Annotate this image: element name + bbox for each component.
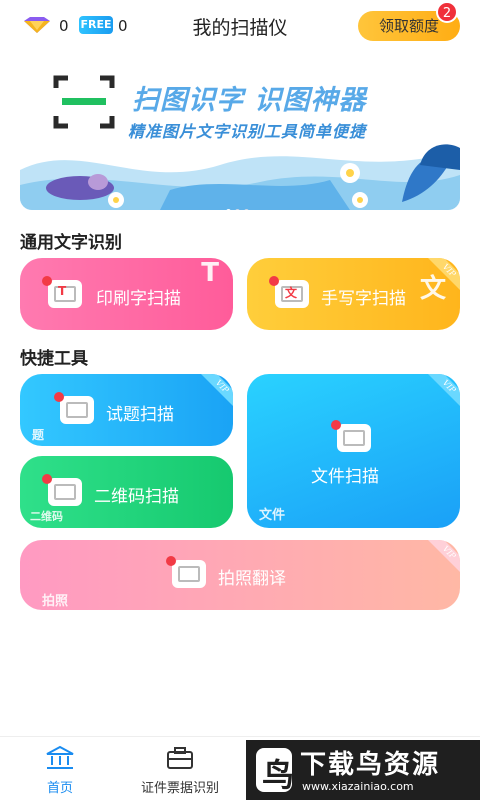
handwriting-scan-card[interactable]: 文 手写字扫描 文 VIP: [247, 258, 460, 330]
free-badge[interactable]: FREE: [79, 16, 113, 34]
carousel-dot: [244, 209, 249, 210]
exam-scan-label: 试题扫描: [106, 405, 174, 425]
folder-icon: [331, 420, 371, 452]
qr-scan-card[interactable]: 二维码扫描 二维码: [20, 456, 233, 528]
file-scan-label: 文件扫描: [311, 467, 379, 487]
site-watermark: 鸟 下载鸟资源 www.xiazainiao.com: [246, 740, 480, 800]
carousel-indicator: [226, 199, 253, 210]
exam-scan-card[interactable]: 试题扫描 题 VIP: [20, 374, 233, 446]
print-scan-label: 印刷字扫描: [96, 289, 181, 309]
promo-banner[interactable]: 扫图识字 识图神器 精准图片文字识别工具简单便捷: [20, 70, 460, 210]
photo-watermark: 拍照: [42, 594, 69, 609]
handwriting-scan-label: 手写字扫描: [321, 289, 406, 309]
banner-subtitle: 精准图片文字识别工具简单便捷: [128, 122, 367, 141]
photo-translate-icon: [166, 556, 206, 588]
print-scan-card[interactable]: T 印刷字扫描 T: [20, 258, 233, 330]
watermark-url: www.xiazainiao.com: [302, 780, 414, 793]
section-title-tools: 快捷工具: [20, 349, 88, 369]
briefcase-icon: [167, 747, 193, 769]
carousel-dot: [235, 209, 240, 210]
photo-translate-card[interactable]: 拍照翻译 拍照 VIP: [20, 540, 460, 610]
nav-id-recognition[interactable]: 证件票据识别: [120, 737, 240, 800]
watermark-title: 下载鸟资源: [300, 750, 441, 780]
carousel-dot: [226, 209, 231, 210]
top-bar: 0 FREE 0 我的扫描仪 领取额度 2: [0, 0, 480, 52]
vip-ribbon-icon: VIP: [428, 374, 460, 406]
bird-logo-icon: 鸟: [256, 748, 294, 794]
letter-t-glyph: T: [201, 258, 219, 288]
exam-watermark: 题: [32, 428, 45, 442]
vip-ribbon-icon: VIP: [428, 540, 460, 572]
qr-code-icon: [42, 474, 82, 506]
notification-badge: 2: [436, 1, 458, 23]
file-scan-card[interactable]: 文件扫描 文件 VIP: [247, 374, 460, 528]
vip-ribbon-icon: VIP: [428, 258, 460, 290]
nav-home[interactable]: 首页: [0, 737, 120, 800]
page-title: 我的扫描仪: [192, 17, 288, 39]
qr-watermark: 二维码: [30, 510, 63, 523]
handwriting-icon: 文: [269, 276, 309, 308]
bank-icon: [46, 745, 74, 769]
section-title-ocr: 通用文字识别: [20, 233, 122, 253]
print-text-icon: T: [42, 276, 82, 308]
banner-title: 扫图识字 识图神器: [132, 85, 367, 116]
file-watermark: 文件: [259, 508, 286, 523]
vip-ribbon-icon: VIP: [201, 374, 233, 406]
qr-scan-label: 二维码扫描: [94, 487, 179, 507]
photo-translate-label: 拍照翻译: [218, 569, 286, 589]
gem-count: 0: [59, 17, 69, 35]
free-count: 0: [118, 17, 128, 35]
nav-home-label: 首页: [46, 781, 73, 796]
exam-paper-icon: [54, 392, 94, 424]
diamond-icon[interactable]: [22, 16, 52, 34]
nav-id-label: 证件票据识别: [140, 781, 219, 796]
